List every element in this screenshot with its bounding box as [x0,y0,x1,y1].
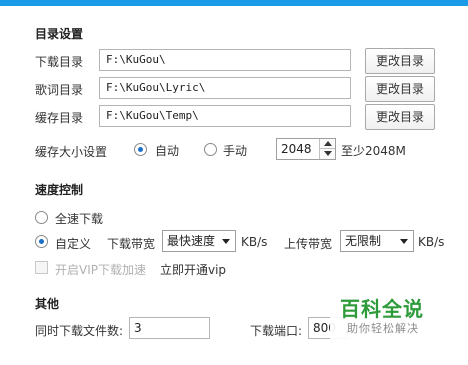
full-speed-label: 全速下载 [55,212,104,226]
cache-size-value: 2048 [281,142,312,156]
download-bandwidth-value: 最快速度 [167,234,216,248]
chevron-down-icon [400,239,408,244]
download-dir-input[interactable]: F:\KuGou\ [99,49,351,71]
download-port-label: 下载端口: [250,324,303,338]
upload-bandwidth-value: 无限制 [345,234,382,248]
lyric-dir-label: 歌词目录 [35,83,84,97]
change-download-dir-button[interactable]: 更改目录 [365,48,435,74]
cache-manual-label: 手动 [223,144,248,158]
section-title-speed: 速度控制 [35,183,84,197]
watermark-title: 百科全说 [340,297,424,321]
cache-manual-radio[interactable] [204,143,217,156]
open-vip-link[interactable]: 立即开通vip [160,261,226,278]
lyric-dir-input[interactable]: F:\KuGou\Lyric\ [99,77,351,99]
download-dir-label: 下载目录 [35,55,84,69]
upload-bandwidth-label: 上传带宽 [284,237,333,251]
download-unit: KB/s [241,235,268,249]
chevron-down-icon [222,239,230,244]
cache-size-hint: 至少2048M [341,144,406,158]
cache-size-label: 缓存大小设置 [35,145,108,159]
change-cache-dir-button[interactable]: 更改目录 [365,104,435,130]
top-accent-bar [0,0,468,6]
upload-bandwidth-select[interactable]: 无限制 [340,230,414,252]
section-title-directory: 目录设置 [35,27,84,41]
vip-accelerate-checkbox[interactable] [35,261,48,274]
stepper-down-icon[interactable] [319,149,335,159]
cache-dir-label: 缓存目录 [35,111,84,125]
watermark-subtitle: 助你轻松解决 [347,322,419,335]
download-bandwidth-select[interactable]: 最快速度 [162,230,236,252]
cache-auto-radio[interactable] [134,143,147,156]
concurrent-downloads-input[interactable]: 3 [129,317,210,339]
cache-size-stepper[interactable]: 2048 [276,138,336,160]
concurrent-downloads-label: 同时下载文件数: [35,324,124,338]
download-bandwidth-label: 下载带宽 [107,237,156,251]
upload-unit: KB/s [418,235,445,249]
section-title-other: 其他 [35,297,60,311]
change-lyric-dir-button[interactable]: 更改目录 [365,76,435,102]
full-speed-radio[interactable] [35,211,48,224]
vip-accelerate-label: 开启VIP下载加速 [55,263,146,277]
custom-speed-label: 自定义 [55,237,92,251]
watermark-box: 百科全说 助你轻松解决 [330,285,438,343]
custom-speed-radio[interactable] [35,235,48,248]
stepper-up-icon[interactable] [319,139,335,149]
cache-auto-label: 自动 [155,144,180,158]
cache-dir-input[interactable]: F:\KuGou\Temp\ [99,105,351,127]
